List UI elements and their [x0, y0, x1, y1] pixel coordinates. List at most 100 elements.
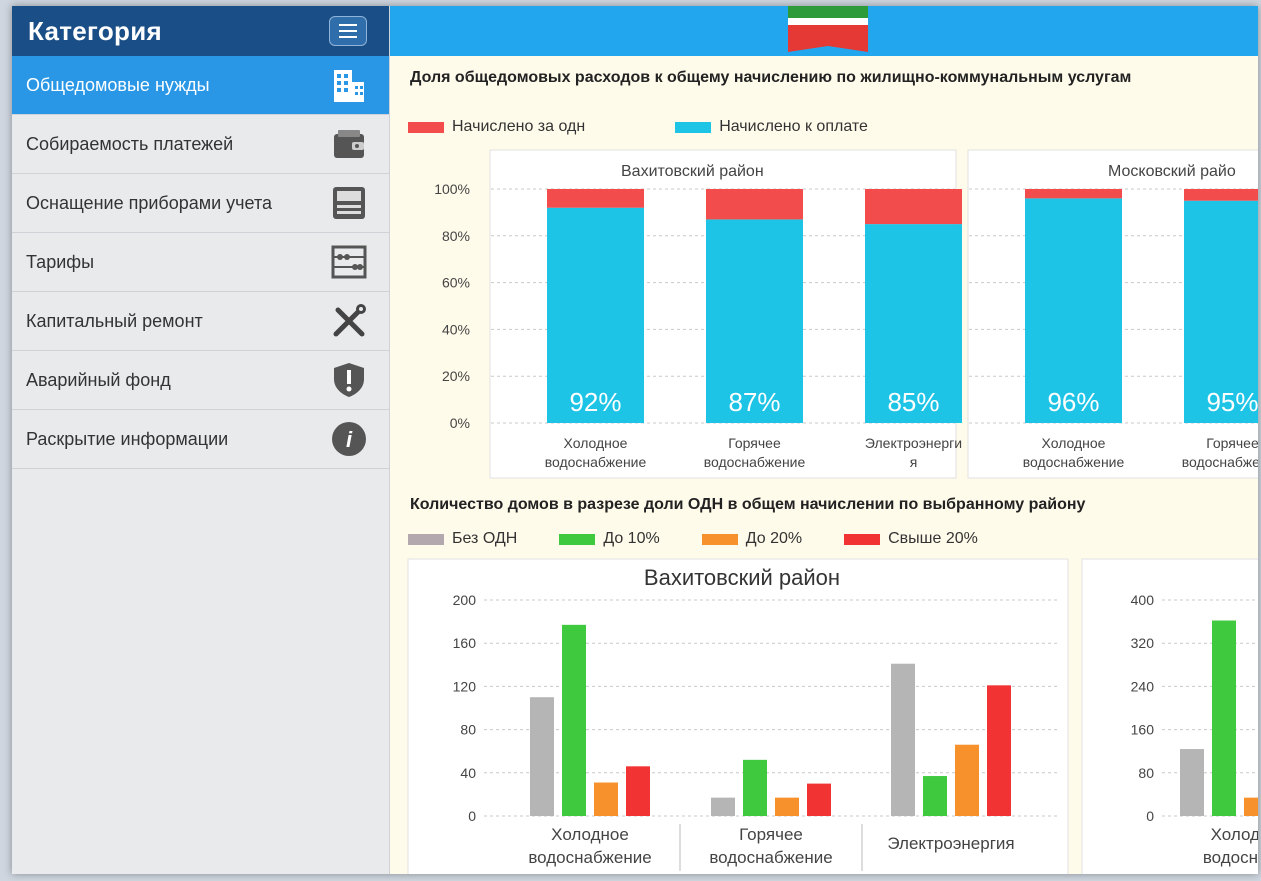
- legend-label: Свыше 20%: [888, 530, 978, 547]
- bar-Свыше 20%: [987, 685, 1011, 816]
- bar-odn: [1184, 189, 1258, 201]
- legend-swatch: [675, 121, 712, 133]
- bar-Свыше 20%: [807, 783, 831, 816]
- sidebar-item-label: Раскрытие информации: [26, 428, 229, 449]
- sidebar-item-label: Тарифы: [26, 251, 95, 272]
- y-tick-label: 60%: [442, 275, 470, 291]
- bar-До 10%: [1212, 620, 1236, 816]
- x-tick-label: Холодное: [551, 825, 629, 844]
- y-tick-label: 40: [460, 765, 476, 781]
- x-tick-label: водоснабжение: [1023, 454, 1125, 470]
- panel-title: Вахитовский район: [644, 565, 840, 590]
- building-icon: [329, 65, 369, 105]
- y-tick-label: 40%: [442, 321, 470, 337]
- y-tick-label: 120: [453, 678, 477, 694]
- sidebar-item-capital-repair[interactable]: Капитальный ремонт: [12, 292, 389, 351]
- sidebar-item-label: Аварийный фонд: [26, 369, 171, 390]
- sidebar-item-payments[interactable]: Собираемость платежей: [12, 115, 389, 174]
- legend-label: Начислено за одн: [452, 118, 586, 135]
- top-bar: [390, 6, 1258, 56]
- y-tick-label: 100%: [434, 181, 470, 197]
- legend-item-none: Без ОДН: [408, 530, 517, 548]
- y-tick-label: 80: [460, 722, 476, 738]
- chart1-title: Доля общедомовых расходов к общему начис…: [410, 69, 1132, 86]
- x-tick-label: водоснабжение: [545, 454, 647, 470]
- y-tick-label: 400: [1131, 592, 1155, 608]
- main-content: Доля общедомовых расходов к общему начис…: [390, 6, 1258, 874]
- sidebar-item-tariffs[interactable]: Тарифы: [12, 233, 389, 292]
- data-label: 95%: [1206, 387, 1258, 417]
- x-tick-label: Электроэнерги: [865, 435, 962, 451]
- chart2-legend: Без ОДН До 10% До 20% Свыше 20%: [408, 530, 978, 548]
- bar-odn: [865, 189, 962, 225]
- flag-logo: [788, 6, 868, 52]
- app-window: Категория Общедомовые нужды Собираемость…: [12, 6, 1258, 874]
- chart-panel: [407, 558, 1069, 874]
- legend-item-odn: Начислено за одн: [408, 118, 585, 136]
- data-label: 87%: [728, 387, 780, 417]
- x-tick-label: Холодн: [1211, 825, 1258, 844]
- legend-item-to20: До 20%: [701, 530, 802, 548]
- x-tick-label: Холодное: [564, 435, 628, 451]
- bar-odn: [706, 189, 803, 220]
- data-label: 85%: [887, 387, 939, 417]
- bar-Без ОДН: [530, 697, 554, 816]
- y-tick-label: 0: [468, 808, 476, 824]
- chart2-svg: Вахитовский район20016012080400Холодноев…: [407, 558, 1258, 874]
- sidebar-item-label: Оснащение приборами учета: [26, 192, 273, 213]
- bar-Без ОДН: [1180, 749, 1204, 816]
- info-icon: i: [329, 419, 369, 459]
- x-tick-label: водоснабжение: [1182, 454, 1258, 470]
- y-tick-label: 200: [453, 592, 477, 608]
- x-tick-label: Горячее: [1206, 435, 1258, 451]
- sidebar-item-label: Общедомовые нужды: [26, 74, 210, 95]
- legend-swatch: [701, 533, 738, 545]
- bar-Свыше 20%: [626, 766, 650, 816]
- panel-title: Московский райо: [1108, 163, 1236, 180]
- legend-label: До 10%: [603, 530, 660, 547]
- legend-swatch: [844, 533, 881, 545]
- bar-odn: [547, 189, 644, 208]
- panel-title: Вахитовский район: [621, 163, 764, 180]
- chart1-legend: Начислено за одн Начислено к оплате: [408, 118, 868, 136]
- sidebar-item-common-needs[interactable]: Общедомовые нужды: [12, 56, 389, 115]
- chart2-title: Количество домов в разрезе доли ОДН в об…: [410, 496, 1086, 513]
- y-tick-label: 0%: [450, 415, 470, 431]
- bar-Без ОДН: [891, 663, 915, 816]
- x-tick-label: водоснабжение: [528, 848, 651, 867]
- svg-text:i: i: [346, 427, 353, 452]
- sidebar-header: Категория: [12, 6, 389, 56]
- legend-label: Начислено к оплате: [719, 118, 868, 135]
- y-tick-label: 320: [1131, 635, 1155, 651]
- bar-odn: [1025, 189, 1122, 199]
- abacus-icon: [329, 242, 369, 282]
- y-tick-label: 80%: [442, 228, 470, 244]
- data-label: 96%: [1047, 387, 1099, 417]
- sidebar-item-meters[interactable]: Оснащение приборами учета: [12, 174, 389, 233]
- bar-До 20%: [1244, 797, 1258, 816]
- x-tick-label: Холодное: [1042, 435, 1106, 451]
- sidebar-item-disclosure[interactable]: Раскрытие информации i: [12, 410, 389, 469]
- shield-warning-icon: [329, 360, 369, 400]
- x-tick-label: Горячее: [728, 435, 781, 451]
- chart1-svg: 100% 80% 60% 40% 20% 0% Вахитовский район 92% Хо…: [434, 149, 1258, 479]
- bar-До 20%: [775, 797, 799, 816]
- bar-До 10%: [923, 776, 947, 816]
- data-label: 92%: [569, 387, 621, 417]
- x-tick-label: Горячее: [739, 825, 803, 844]
- legend-item-over20: Свыше 20%: [844, 530, 978, 548]
- x-tick-label: водоснаб: [1203, 848, 1258, 867]
- y-tick-label: 20%: [442, 368, 470, 384]
- y-tick-label: 160: [453, 635, 477, 651]
- x-tick-label: водоснабжение: [704, 454, 806, 470]
- y-tick-label: 240: [1131, 678, 1155, 694]
- x-tick-label: Электроэнергия: [887, 834, 1014, 853]
- sidebar-title: Категория: [28, 15, 162, 46]
- wallet-icon: [329, 124, 369, 164]
- sidebar-item-label: Собираемость платежей: [26, 133, 234, 154]
- bar-До 20%: [955, 744, 979, 816]
- menu-icon[interactable]: [329, 16, 367, 46]
- sidebar-item-emergency-fund[interactable]: Аварийный фонд: [12, 351, 389, 410]
- y-tick-label: 160: [1131, 722, 1155, 738]
- y-tick-label: 80: [1138, 765, 1154, 781]
